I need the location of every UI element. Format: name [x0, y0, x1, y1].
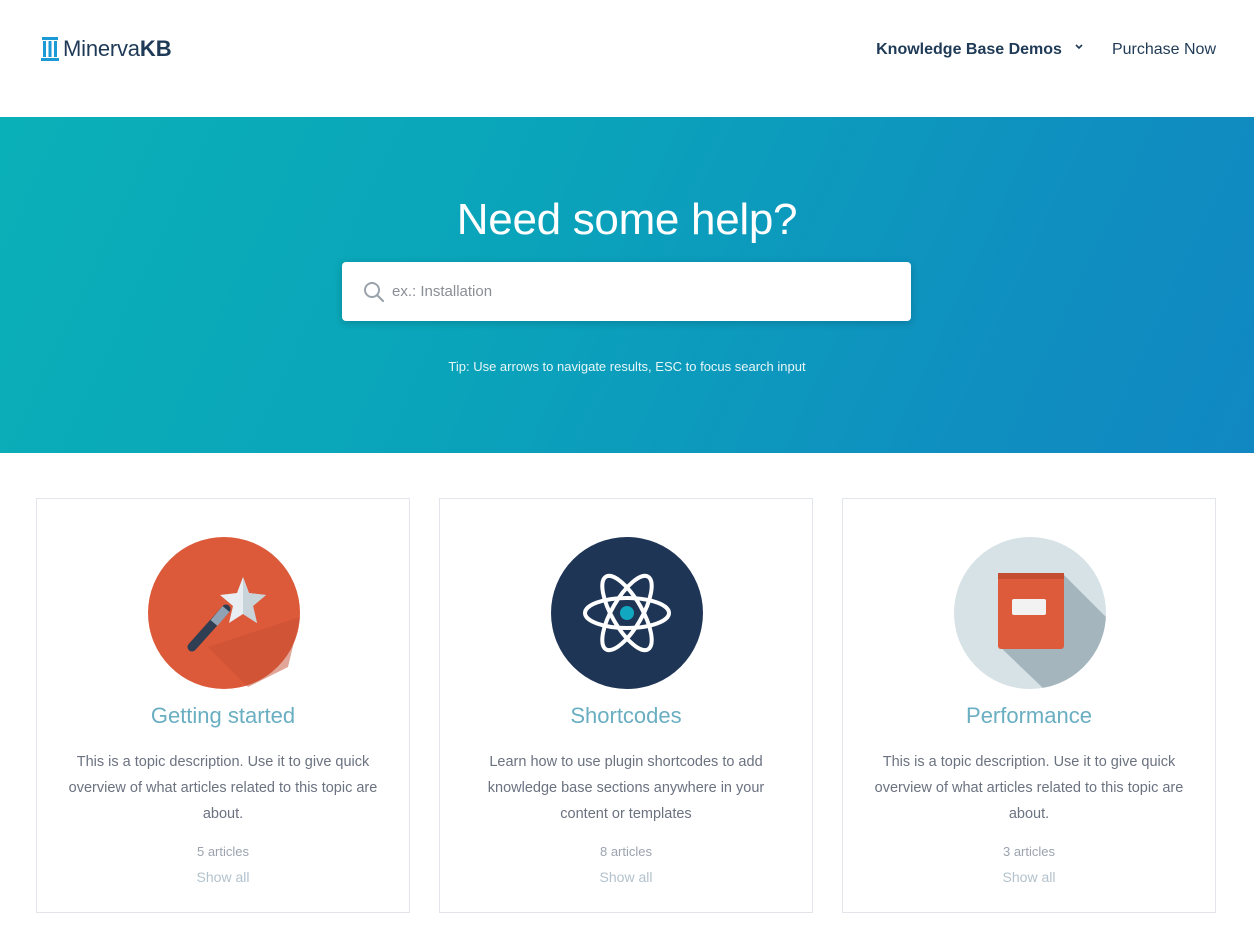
- nav-purchase-now[interactable]: Purchase Now: [1112, 41, 1216, 59]
- logo-text-bold: KB: [139, 36, 172, 61]
- topic-card-performance[interactable]: Performance This is a topic description.…: [842, 498, 1216, 913]
- topic-title[interactable]: Getting started: [37, 703, 409, 729]
- logo-text: Minerva: [63, 36, 140, 61]
- atom-icon: [551, 537, 703, 689]
- show-all-link[interactable]: Show all: [843, 869, 1215, 885]
- chevron-down-icon: [1075, 44, 1083, 50]
- hero-section: Need some help? Tip: Use arrows to navig…: [0, 117, 1254, 453]
- article-count: 8 articles: [599, 844, 653, 859]
- search-box[interactable]: [342, 262, 911, 321]
- topics-grid: Getting started This is a topic descript…: [36, 498, 1216, 913]
- magic-wand-icon: [148, 537, 300, 689]
- topic-description: This is a topic description. Use it to g…: [874, 754, 1184, 822]
- nav-item-label: Purchase Now: [1111, 41, 1216, 58]
- topic-description: Learn how to use plugin shortcodes to ad…: [487, 754, 765, 822]
- site-logo[interactable]: Minerva KB: [41, 36, 172, 62]
- search-input[interactable]: [392, 283, 872, 300]
- hero-title: Need some help?: [456, 195, 798, 244]
- pillar-icon: [41, 37, 59, 61]
- topic-title[interactable]: Shortcodes: [440, 703, 812, 729]
- topic-title[interactable]: Performance: [843, 703, 1215, 729]
- search-tip: Tip: Use arrows to navigate results, ESC…: [448, 359, 806, 374]
- main-nav: Knowledge Base Demos Purchase Now: [876, 41, 1216, 59]
- nav-knowledge-base-demos[interactable]: Knowledge Base Demos: [876, 41, 1084, 59]
- show-all-link[interactable]: Show all: [440, 869, 812, 885]
- site-header: Minerva KB Knowledge Base Demos Purchase …: [0, 0, 1254, 117]
- nav-item-label: Knowledge Base Demos: [876, 41, 1062, 58]
- topic-description: This is a topic description. Use it to g…: [68, 754, 378, 822]
- topic-card-getting-started[interactable]: Getting started This is a topic descript…: [36, 498, 410, 913]
- search-icon: [364, 281, 385, 302]
- article-count: 3 articles: [1002, 844, 1056, 859]
- article-count: 5 articles: [196, 844, 250, 859]
- book-icon: [954, 537, 1106, 689]
- show-all-link[interactable]: Show all: [37, 869, 409, 885]
- topic-card-shortcodes[interactable]: Shortcodes Learn how to use plugin short…: [439, 498, 813, 913]
